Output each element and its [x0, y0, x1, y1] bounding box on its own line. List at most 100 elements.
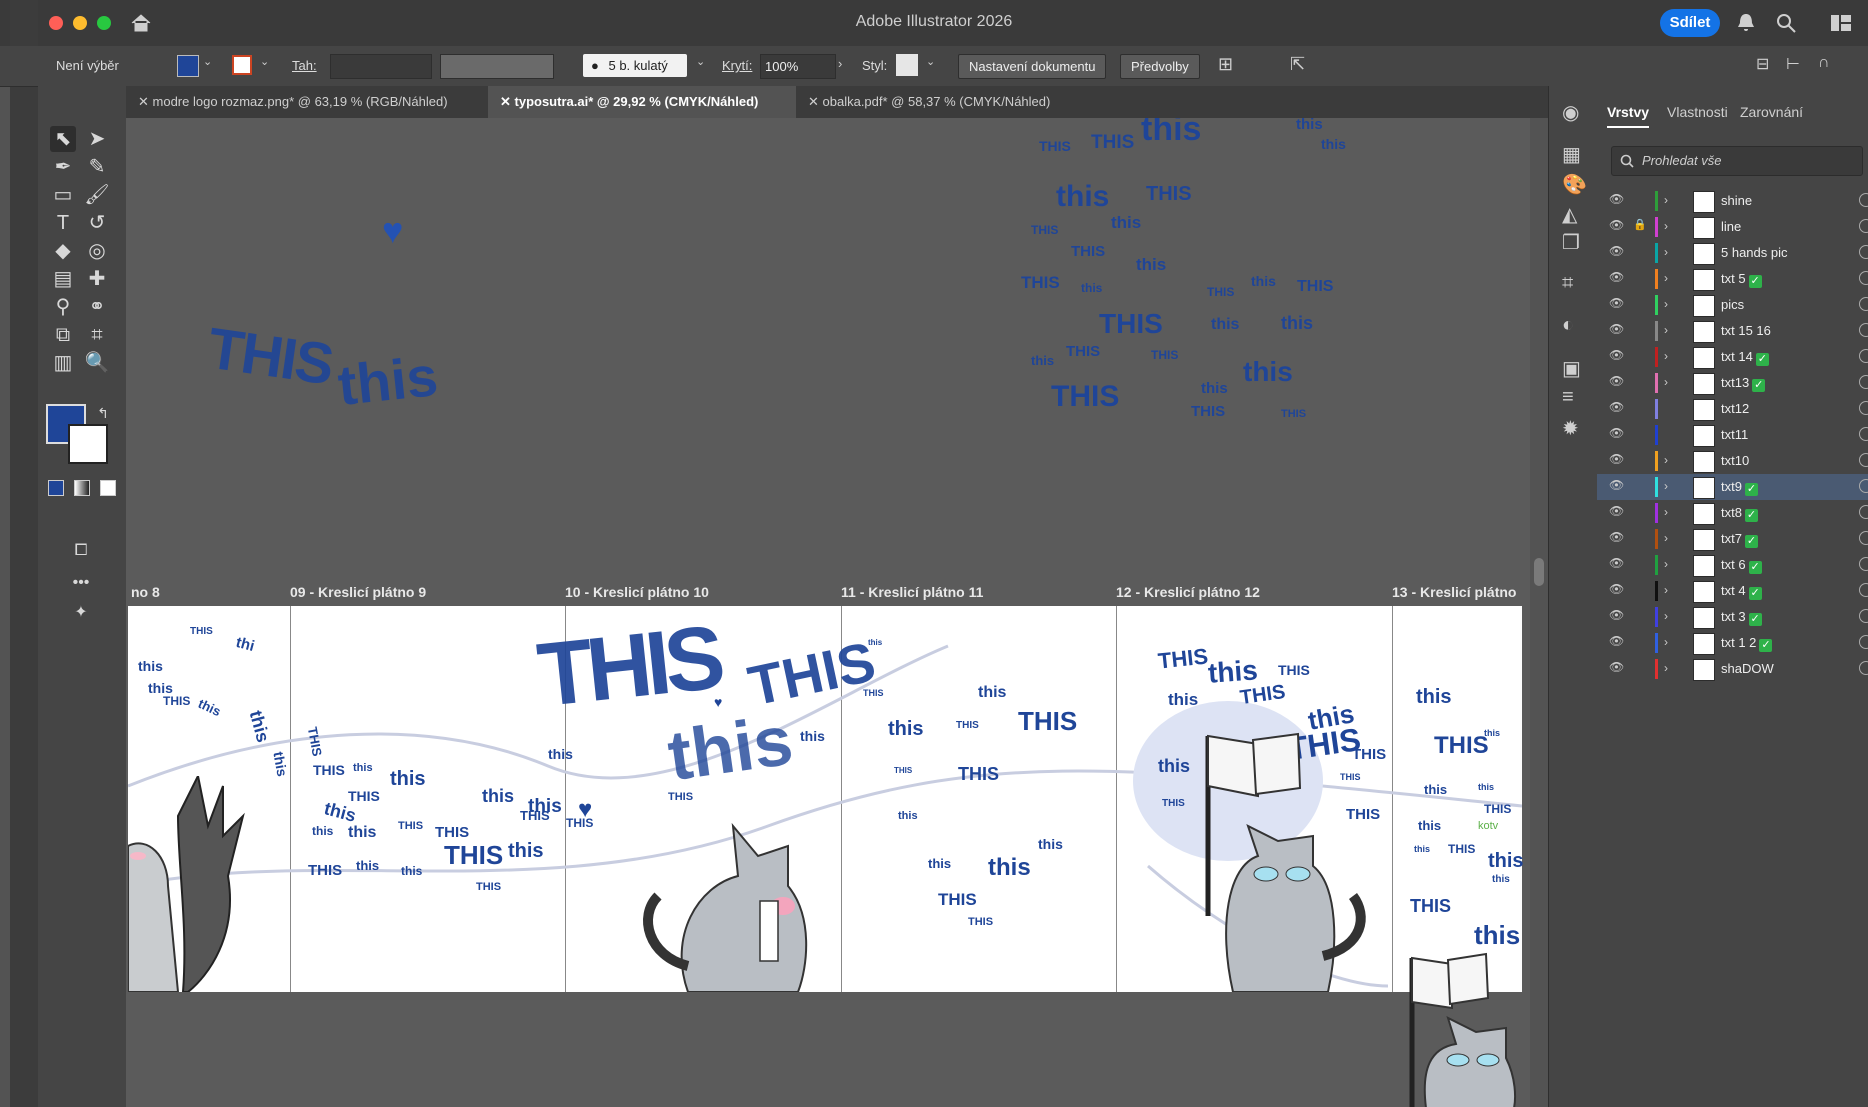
artboard-label[interactable]: 09 - Kreslicí plátno 9 — [290, 584, 426, 600]
bell-icon[interactable] — [1736, 12, 1756, 34]
gradient-tool-icon[interactable]: ▤ — [50, 266, 76, 292]
eye-icon[interactable]: 👁 — [1609, 478, 1624, 492]
target-icon[interactable] — [1859, 375, 1868, 389]
target-icon[interactable] — [1859, 505, 1868, 519]
stroke-panel-icon[interactable]: ≡ — [1562, 386, 1574, 409]
eye-icon[interactable]: 👁 — [1609, 660, 1624, 674]
document-setup-button[interactable]: Nastavení dokumentu — [958, 54, 1107, 79]
eyedropper-tool-icon[interactable]: ⚲ — [50, 294, 76, 320]
chevron-down-icon[interactable]: ⌄ — [926, 55, 935, 68]
target-icon[interactable] — [1859, 193, 1868, 207]
stroke-swatch[interactable] — [232, 55, 252, 75]
tab-layers[interactable]: Vrstvy — [1607, 104, 1650, 128]
tab-document-2[interactable]: ✕ typosutra.ai* @ 29,92 % (CMYK/Náhled) — [488, 86, 796, 118]
variable-width-profile[interactable] — [440, 54, 554, 79]
magnet-icon[interactable]: ∩ — [1818, 54, 1830, 72]
target-icon[interactable] — [1859, 427, 1868, 441]
more-tools-icon[interactable]: ••• — [68, 570, 94, 596]
appearance-icon[interactable]: ◉ — [1562, 100, 1579, 125]
lock-icon[interactable]: 🔒 — [1633, 218, 1647, 231]
layer-row[interactable]: 👁 › txt10 — [1597, 448, 1868, 474]
chevron-right-icon[interactable]: › — [1664, 219, 1668, 233]
target-icon[interactable] — [1859, 271, 1868, 285]
target-icon[interactable] — [1859, 609, 1868, 623]
rotate-tool-icon[interactable]: ↺ — [84, 210, 110, 236]
workspace-icon[interactable] — [1830, 14, 1852, 32]
eye-icon[interactable]: 👁 — [1609, 504, 1624, 518]
chevron-right-icon[interactable]: › — [1664, 505, 1668, 519]
chevron-down-icon[interactable]: ⌄ — [696, 55, 705, 68]
artboard-label[interactable]: 10 - Kreslicí plátno 10 — [565, 584, 709, 600]
layer-row[interactable]: 👁 txt12 — [1597, 396, 1868, 422]
align-icon[interactable]: ⊞ — [1218, 54, 1233, 75]
chevron-right-icon[interactable]: › — [1664, 661, 1668, 675]
graph-tool-icon[interactable]: ▥ — [50, 350, 76, 376]
canvas[interactable]: ♥ THIS this THIS THIS this this this thi… — [126, 118, 1530, 1107]
mesh-tool-icon[interactable]: ✚ — [84, 266, 110, 292]
chevron-right-icon[interactable]: › — [1664, 583, 1668, 597]
layers-search-input[interactable]: Prohledat vše — [1611, 146, 1863, 176]
chevron-right-icon[interactable]: › — [1664, 635, 1668, 649]
chevron-right-icon[interactable]: › — [1664, 297, 1668, 311]
chevron-right-icon[interactable]: › — [1664, 245, 1668, 259]
artboard-label[interactable]: 11 - Kreslicí plátno 11 — [841, 584, 983, 600]
layer-row[interactable]: 👁 › 5 hands pic — [1597, 240, 1868, 266]
target-icon[interactable] — [1859, 557, 1868, 571]
chevron-right-icon[interactable]: › — [1664, 349, 1668, 363]
chevron-right-icon[interactable]: › — [1664, 375, 1668, 389]
artboard-label[interactable]: no 8 — [131, 584, 160, 600]
lasso-tool-icon[interactable]: ◎ — [84, 238, 110, 264]
stroke-weight-input[interactable] — [330, 54, 432, 79]
artboard-tool-icon[interactable]: ⌗ — [84, 322, 110, 348]
curvature-tool-icon[interactable]: ✎ — [84, 154, 110, 180]
chevron-right-icon[interactable]: › — [1664, 323, 1668, 337]
layer-row[interactable]: 👁 › txt 14 ✓ — [1597, 344, 1868, 370]
shape-builder-tool-icon[interactable]: ⧉ — [50, 322, 76, 348]
eye-icon[interactable]: 👁 — [1609, 530, 1624, 544]
eye-icon[interactable]: 👁 — [1609, 218, 1624, 232]
eye-icon[interactable]: 👁 — [1609, 452, 1624, 466]
type-tool-icon[interactable]: T — [50, 210, 76, 236]
layer-row[interactable]: 👁 › pics — [1597, 292, 1868, 318]
chevron-down-icon[interactable]: ⌄ — [203, 55, 212, 68]
chevron-right-icon[interactable]: › — [1664, 193, 1668, 207]
scrollbar-thumb[interactable] — [1534, 558, 1544, 586]
layer-row[interactable]: 👁 › txt7 ✓ — [1597, 526, 1868, 552]
screen-mode-icon[interactable]: ⧠ — [68, 538, 94, 564]
eye-icon[interactable]: 👁 — [1609, 556, 1624, 570]
layer-row[interactable]: 👁 › txt13 ✓ — [1597, 370, 1868, 396]
layer-row[interactable]: 👁 › shaDOW — [1597, 656, 1868, 682]
layer-row[interactable]: 👁 › txt 6 ✓ — [1597, 552, 1868, 578]
target-icon[interactable] — [1859, 401, 1868, 415]
chevron-down-icon[interactable]: ⌄ — [260, 55, 269, 68]
eye-icon[interactable]: 👁 — [1609, 270, 1624, 284]
tab-document-3[interactable]: ✕ obalka.pdf* @ 58,37 % (CMYK/Náhled) — [796, 86, 1098, 118]
eye-icon[interactable]: 👁 — [1609, 582, 1624, 596]
eye-icon[interactable]: 👁 — [1609, 426, 1624, 440]
eye-icon[interactable]: 👁 — [1609, 374, 1624, 388]
target-icon[interactable] — [1859, 453, 1868, 467]
zoom-tool-icon[interactable]: 🔍 — [84, 350, 110, 376]
transparency-icon[interactable]: ✹ — [1562, 416, 1579, 441]
gradient-mode-icon[interactable] — [74, 480, 90, 496]
pin-icon[interactable]: ✦ — [68, 600, 94, 626]
fill-swatch[interactable] — [177, 55, 199, 77]
layer-row[interactable]: 👁 › txt 3 ✓ — [1597, 604, 1868, 630]
layer-row[interactable]: 👁 › shine — [1597, 188, 1868, 214]
none-mode-icon[interactable] — [100, 480, 116, 496]
target-icon[interactable] — [1859, 297, 1868, 311]
pathfinder-icon[interactable]: ◐ — [1562, 314, 1574, 337]
export-icon[interactable]: ⇱ — [1290, 54, 1305, 75]
direct-selection-tool-icon[interactable]: ➤ — [84, 126, 110, 152]
layer-row[interactable]: 👁 › txt 15 16 — [1597, 318, 1868, 344]
preferences-button[interactable]: Předvolby — [1120, 54, 1200, 79]
swap-colors-icon[interactable]: ↰ — [90, 400, 116, 426]
stroke-color-box[interactable] — [68, 424, 108, 464]
graphic-style-swatch[interactable] — [896, 54, 918, 76]
target-icon[interactable] — [1859, 323, 1868, 337]
layer-row[interactable]: 👁 › txt9 ✓ — [1597, 474, 1868, 500]
target-icon[interactable] — [1859, 245, 1868, 259]
eye-icon[interactable]: 👁 — [1609, 296, 1624, 310]
distribute-icon[interactable]: ⊢ — [1786, 54, 1800, 74]
brushes-icon[interactable]: ◭ — [1562, 202, 1577, 227]
